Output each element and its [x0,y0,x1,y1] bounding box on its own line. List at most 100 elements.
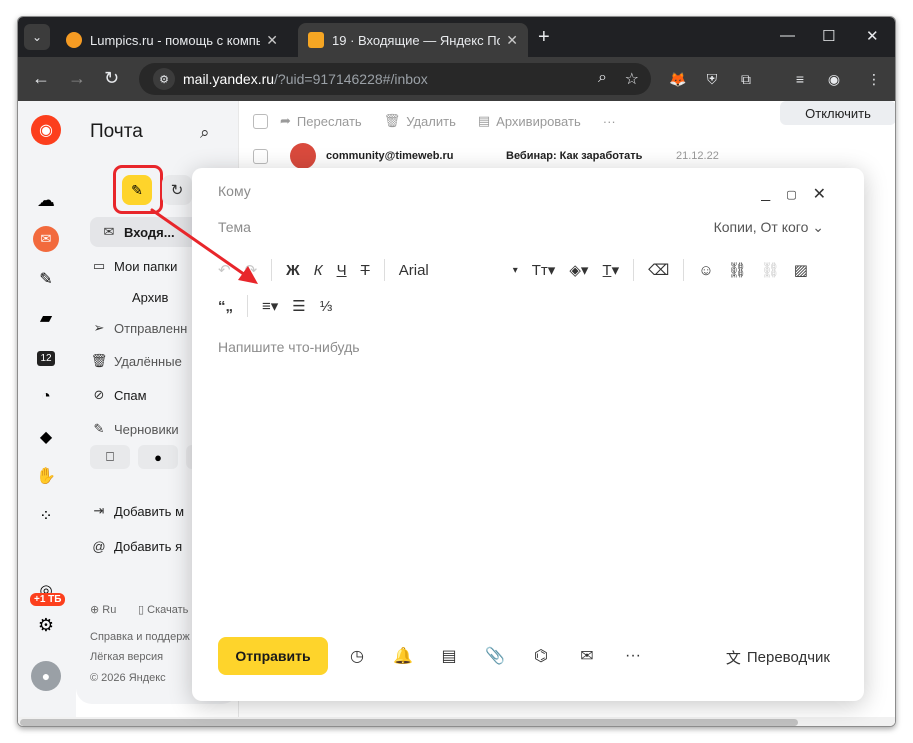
settings-gear-icon[interactable]: ⚙ [33,612,59,638]
strikethrough-icon[interactable]: Т [361,259,370,281]
address-bar[interactable]: ⚙ mail.yandex.ru /?uid=917146228#/inbox … [139,63,651,95]
search-icon[interactable]: ⌕ [200,123,210,143]
unread-filter-chip[interactable]: ● [138,445,178,469]
profile-avatar-icon[interactable]: ◉ [824,69,844,89]
undo-icon[interactable]: ↶ [218,259,231,281]
zoom-icon[interactable]: ⌕ [598,69,607,87]
quote-icon[interactable]: “„ [218,295,233,317]
emoji-icon[interactable]: ☺ [698,259,713,281]
format-toolbar-row-1: ↶ ↷ Ж К Ч Т Arial ▾ Tт▾ ◈▾ T̲▾ ⌫ ☺ ⛓ ⛓ ▨ [218,259,822,281]
add-yandex-link[interactable]: @ Добавить я [90,531,182,561]
tab-lumpics[interactable]: Lumpics.ru - помощь с компь ✕ [56,23,288,57]
text-size-icon[interactable]: Tт▾ [532,259,556,281]
expand-compose-icon[interactable]: ▢ [786,188,796,201]
minimize-compose-icon[interactable]: _ [761,185,770,203]
link-icon[interactable]: ⛓ [728,259,747,281]
telemost-icon[interactable]: ◔ [33,384,59,410]
clear-format-icon[interactable]: ⌫ [648,259,669,281]
folder-archive[interactable]: Архив [132,282,168,312]
new-tab-button[interactable]: + [538,27,550,47]
tab-search-button[interactable]: ⌄ [24,24,50,50]
user-avatar[interactable]: ● [31,661,61,691]
disk-attach-icon[interactable]: ⌬ [530,645,552,667]
disable-button[interactable]: Отключить [780,101,895,125]
list-item[interactable]: community@timeweb.ru Вебинар: Как зарабо… [253,143,763,169]
forward-icon[interactable]: → [68,68,86,88]
close-window-icon[interactable]: ✕ [866,27,879,45]
bullet-list-icon[interactable]: ☰ [292,295,305,317]
extension-fox-icon[interactable]: 🦊 [668,69,688,89]
yandex-logo-icon[interactable]: ◉ [31,115,61,145]
archive-button[interactable]: ▤ Архивировать [478,113,581,129]
underline-icon[interactable]: Ч [337,259,347,281]
message-body[interactable]: Напишите что-нибудь [218,339,360,355]
forward-button[interactable]: ➦ Переслать [280,113,362,129]
select-all-checkbox[interactable] [253,113,268,129]
refresh-button[interactable]: ↻ [162,175,192,205]
align-icon[interactable]: ≡▾ [262,295,278,317]
media-queue-icon[interactable]: ≡ [790,69,810,89]
folder-spam[interactable]: ⊘ Спам [90,380,147,410]
translator-button[interactable]: 文 Переводчик [726,647,830,668]
cc-from-link[interactable]: Копии, От кого ⌄ [714,219,824,236]
mail-service-icon[interactable]: ✉ [33,226,59,252]
close-icon[interactable]: ✕ [506,32,518,49]
extension-shield-icon[interactable]: ⛨ [702,69,722,89]
extensions-puzzle-icon[interactable]: ⧉ [736,69,756,89]
notes-icon[interactable]: ◆ [33,424,59,450]
folder-sent[interactable]: ➢ Отправленн [90,313,188,343]
browser-window: ⌄ Lumpics.ru - помощь с компь ✕ 19 · Вхо… [17,16,896,727]
subject-field[interactable]: Тема [218,219,251,235]
delete-button[interactable]: 🗑 Удалить [384,113,456,129]
light-version-link[interactable]: Лёгкая версия [90,651,163,663]
bookmark-filter-chip[interactable]: ⎕ [90,445,130,469]
font-dropdown-icon[interactable]: ▾ [513,259,518,281]
unlink-icon[interactable]: ⛓ [761,259,780,281]
horizontal-scrollbar[interactable] [18,717,895,726]
calendar-icon[interactable]: 12 [33,345,59,371]
help-link[interactable]: Справка и поддерж [90,631,190,643]
folder-drafts[interactable]: ✎ Черновики [90,414,179,444]
numbered-list-icon[interactable]: ⅓ [320,295,333,317]
reload-icon[interactable]: ↻ [104,68,119,88]
divider [383,259,385,281]
all-services-icon[interactable]: ⁘ [33,503,59,529]
more-button[interactable]: ··· [603,114,616,129]
forms-icon[interactable]: ✋ [33,463,59,489]
disk-icon[interactable]: ▰ [33,305,59,331]
maximize-icon[interactable]: ☐ [822,27,835,45]
folder-deleted[interactable]: 🗑 Удалённые [90,346,182,376]
cloud-icon[interactable]: ☁ [33,187,59,213]
tab-yandex-mail[interactable]: 19 · Входящие — Яндекс Почта ✕ [298,23,528,57]
template-icon[interactable]: ▤ [438,645,460,667]
row-checkbox[interactable] [253,148,268,164]
more-icon[interactable]: ··· [622,645,644,667]
site-info-icon[interactable]: ⚙ [153,68,175,90]
bookmark-star-icon[interactable]: ☆ [625,69,639,89]
send-button[interactable]: Отправить [218,637,328,675]
italic-icon[interactable]: К [314,259,323,281]
messenger-icon[interactable]: ✎ [33,266,59,292]
font-select[interactable]: Arial [399,259,499,281]
image-icon[interactable]: ▨ [794,259,808,281]
minimize-icon[interactable]: — [780,27,795,44]
language-switch[interactable]: ⊕ Ru [90,603,116,616]
folder-my-folders[interactable]: ▭ Мои папки [90,251,178,281]
back-icon[interactable]: ← [32,68,50,88]
bold-icon[interactable]: Ж [286,259,300,281]
add-mailbox-link[interactable]: ⇥ Добавить м [90,496,184,526]
browser-menu-icon[interactable]: ⋮ [864,69,884,89]
to-field[interactable]: Кому [218,183,251,199]
bell-icon[interactable]: 🔔 [392,645,414,667]
clock-icon[interactable]: ◷ [346,645,368,667]
scrollbar-thumb[interactable] [20,719,798,726]
envelope-icon[interactable]: ✉ [576,645,598,667]
redo-icon[interactable]: ↷ [245,259,258,281]
close-compose-icon[interactable]: ✕ [813,184,826,204]
close-icon[interactable]: ✕ [266,32,278,49]
divider [633,259,635,281]
attachment-icon[interactable]: 📎 [484,645,506,667]
fill-color-icon[interactable]: ◈▾ [569,259,588,281]
text-color-icon[interactable]: T̲▾ [602,259,619,281]
download-link[interactable]: ▯ Скачать [138,603,188,616]
